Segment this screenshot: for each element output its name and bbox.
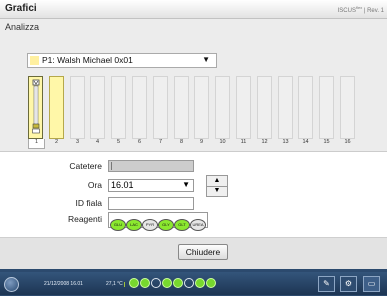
vial-slot-14[interactable]: [298, 76, 313, 139]
gear-button[interactable]: ⚙: [340, 276, 357, 292]
reagent-glu-toggle[interactable]: GLU: [110, 219, 126, 231]
slot-number-13: 13: [282, 139, 289, 145]
vial-slot-9[interactable]: [194, 76, 209, 139]
status-bar-indicator: [124, 282, 125, 287]
reagent-pyr-toggle[interactable]: PYR: [142, 219, 158, 231]
slot-number-10: 10: [219, 139, 226, 145]
vial-slot-15[interactable]: [319, 76, 334, 139]
syringe-icon: [32, 79, 40, 134]
title-bar: Grafici ISCUSflex | Rev. 1: [0, 0, 387, 19]
vial-button[interactable]: ✎: [318, 276, 335, 292]
status-green-1-icon: [129, 278, 139, 288]
catetere-field: [108, 160, 194, 172]
vial-slot-10[interactable]: [215, 76, 230, 139]
dropdown-arrow-icon[interactable]: ▼: [202, 55, 210, 64]
vial-icon: ✎: [323, 279, 330, 288]
time-stepper[interactable]: ▲ ▼: [206, 175, 228, 197]
reagent-lac-toggle[interactable]: LAC: [126, 219, 142, 231]
ora-label: Ora: [87, 180, 102, 190]
slot-number-8: 8: [179, 139, 184, 145]
chart-icon: ▭: [367, 279, 376, 288]
grafici-window: Grafici ISCUSflex | Rev. 1 Analizza P1: …: [0, 0, 387, 269]
status-green-3-icon: [162, 278, 172, 288]
taskbar: 21/12/2008 16.01 27,1 °C ✎ ⚙ ▭: [0, 272, 387, 295]
vial-slot-16[interactable]: [340, 76, 355, 139]
details-panel: Catetere Ora 16.01 ▼ ▲ ▼ ID fiala Reagen…: [0, 151, 387, 237]
taskbar-temperature: 27,1 °C: [106, 281, 123, 287]
reagent-group: GLU LAC PYR GLY GLT UREA: [108, 212, 208, 231]
slot-number-6: 6: [137, 139, 142, 145]
slot-number-11: 11: [240, 139, 247, 145]
vial-slot-13[interactable]: [278, 76, 293, 139]
status-green-4-icon: [173, 278, 183, 288]
patient-dropdown[interactable]: P1: Walsh Michael 0x01 ▼: [27, 53, 217, 68]
vial-slot-1[interactable]: [28, 76, 43, 139]
catetere-label: Catetere: [69, 161, 102, 171]
text-cursor: [111, 162, 112, 170]
vial-slot-8[interactable]: [174, 76, 189, 139]
slot-number-7: 7: [158, 139, 163, 145]
start-orb-icon[interactable]: [4, 277, 19, 292]
status-white-2-icon: [184, 278, 194, 288]
chart-button[interactable]: ▭: [363, 276, 380, 292]
close-button[interactable]: Chiudere: [178, 244, 228, 260]
section-title: Analizza: [5, 22, 40, 32]
vial-slot-3[interactable]: [70, 76, 85, 139]
vial-slot-grid: 1 2 3 4 5 6 7 8 9 10 11 12 13 14 15 16: [28, 76, 373, 150]
ora-dropdown[interactable]: 16.01 ▼: [108, 179, 194, 192]
slot-number-3: 3: [75, 139, 80, 145]
slot-number-16: 16: [344, 139, 351, 145]
slot-number-5: 5: [116, 139, 121, 145]
brand-logo: ISCUSflex | Rev. 1: [337, 5, 384, 14]
vial-slot-7[interactable]: [153, 76, 168, 139]
ora-value: 16.01: [111, 180, 134, 190]
vial-slot-6[interactable]: [132, 76, 147, 139]
stepper-down-icon[interactable]: ▼: [207, 186, 227, 196]
slot-number-12: 12: [261, 139, 268, 145]
vial-slot-11[interactable]: [236, 76, 251, 139]
slot-number-14: 14: [302, 139, 309, 145]
slot-number-2: 2: [54, 139, 59, 145]
patient-color-swatch: [30, 56, 39, 65]
status-green-6-icon: [206, 278, 216, 288]
status-green-2-icon: [140, 278, 150, 288]
id-fiala-label: ID fiala: [75, 198, 102, 208]
reagent-gly-toggle[interactable]: GLY: [158, 219, 174, 231]
taskbar-datetime: 21/12/2008 16.01: [44, 281, 83, 287]
slot-number-4: 4: [95, 139, 100, 145]
vial-slot-2[interactable]: [49, 76, 64, 139]
reagent-glt-toggle[interactable]: GLT: [174, 219, 190, 231]
vial-slot-5[interactable]: [111, 76, 126, 139]
gear-icon: ⚙: [344, 279, 353, 288]
status-white-1-icon: [151, 278, 161, 288]
chevron-down-icon[interactable]: ▼: [182, 180, 190, 189]
vial-slot-4[interactable]: [90, 76, 105, 139]
id-fiala-input[interactable]: [108, 197, 194, 210]
slot-number-1: 1: [28, 139, 45, 149]
vial-slot-12[interactable]: [257, 76, 272, 139]
reagent-urea-toggle[interactable]: UREA: [190, 219, 206, 231]
reagenti-label: Reagenti: [67, 214, 102, 224]
slot-number-15: 15: [323, 139, 330, 145]
status-icons: [129, 278, 217, 296]
window-title: Grafici: [5, 3, 37, 14]
slot-number-9: 9: [199, 139, 204, 145]
patient-dropdown-value: P1: Walsh Michael 0x01: [42, 55, 133, 65]
status-green-5-icon: [195, 278, 205, 288]
